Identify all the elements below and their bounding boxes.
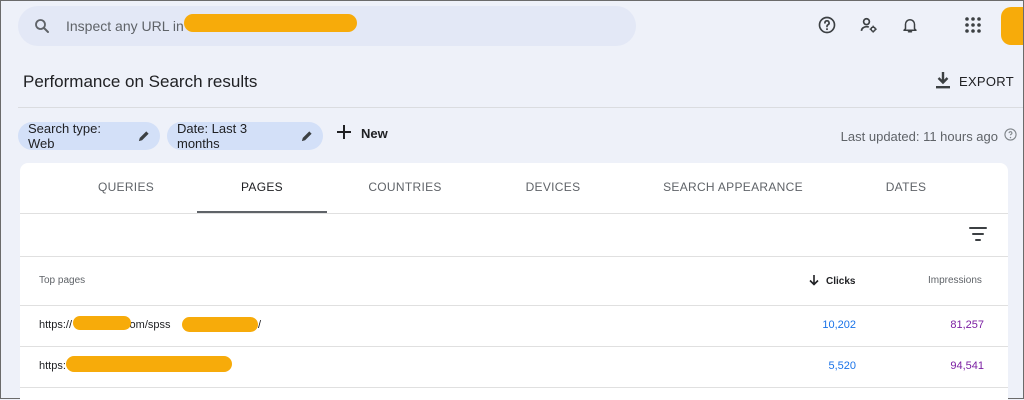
tab-dates[interactable]: DATES [841, 163, 971, 211]
export-label: EXPORT [958, 74, 1014, 89]
tab-search-appearance[interactable]: SEARCH APPEARANCE [643, 163, 823, 211]
search-placeholder[interactable]: Inspect any URL in [66, 18, 184, 34]
sort-descending-arrow-icon [808, 274, 820, 289]
page-url-end: / [258, 319, 262, 331]
page-url-start: https:// [39, 319, 73, 331]
apps-grid-icon[interactable] [962, 14, 984, 36]
redacted-avatar[interactable] [1001, 7, 1023, 45]
new-filter-label: New [361, 126, 388, 141]
redacted-url-part [73, 316, 131, 330]
table-filter-row [20, 214, 1008, 257]
table-header: Top pages Clicks Impressions [20, 257, 1008, 306]
edit-pencil-icon [300, 130, 313, 143]
redacted-url-part [182, 317, 258, 332]
column-header-clicks[interactable]: Clicks [808, 274, 855, 289]
redacted-property-name [184, 14, 357, 32]
row-impressions-value: 81,257 [950, 319, 984, 331]
page-url-start: https: [39, 360, 66, 372]
row-clicks-value: 10,202 [822, 319, 856, 331]
table-row[interactable]: https:// .com/spss / 10,202 81,257 [20, 306, 1008, 347]
new-filter-button[interactable]: New [337, 125, 388, 142]
last-updated-text: Last updated: 11 hours ago [840, 128, 998, 144]
page-title: Performance on Search results [23, 72, 258, 91]
clicks-header-label: Clicks [826, 276, 856, 287]
manage-users-icon[interactable] [858, 14, 880, 36]
help-outline-icon[interactable] [1004, 128, 1017, 144]
search-type-filter-chip[interactable]: Search type: Web [18, 121, 160, 151]
last-updated-status: Last updated: 11 hours ago [841, 128, 1017, 144]
date-filter-chip[interactable]: Date: Last 3 months [167, 121, 323, 151]
search-type-chip-label: Search type: Web [28, 121, 101, 151]
tab-queries[interactable]: QUERIES [61, 163, 191, 211]
dimension-tabs: QUERIES PAGES COUNTRIES DEVICES SEARCH A… [20, 163, 1008, 214]
tab-countries[interactable]: COUNTRIES [340, 163, 470, 211]
date-chip-label: Date: Last 3 months [177, 121, 248, 151]
search-icon [32, 16, 52, 36]
edit-pencil-icon [137, 130, 150, 143]
tab-devices[interactable]: DEVICES [488, 163, 618, 211]
plus-icon [337, 125, 351, 142]
tab-pages[interactable]: PAGES [197, 163, 327, 213]
header-divider [18, 107, 1023, 108]
download-icon [935, 71, 951, 92]
notifications-bell-icon[interactable] [899, 14, 921, 36]
row-clicks-value: 5,520 [828, 360, 856, 372]
column-header-top-pages[interactable]: Top pages [39, 275, 85, 286]
filter-rows-icon[interactable] [968, 224, 988, 244]
export-button[interactable]: EXPORT [935, 71, 1014, 92]
column-header-impressions[interactable]: Impressions [928, 275, 982, 286]
row-impressions-value: 94,541 [950, 360, 984, 372]
help-icon[interactable] [816, 14, 838, 36]
redacted-url-part [66, 356, 232, 372]
performance-table-card: QUERIES PAGES COUNTRIES DEVICES SEARCH A… [20, 163, 1008, 400]
